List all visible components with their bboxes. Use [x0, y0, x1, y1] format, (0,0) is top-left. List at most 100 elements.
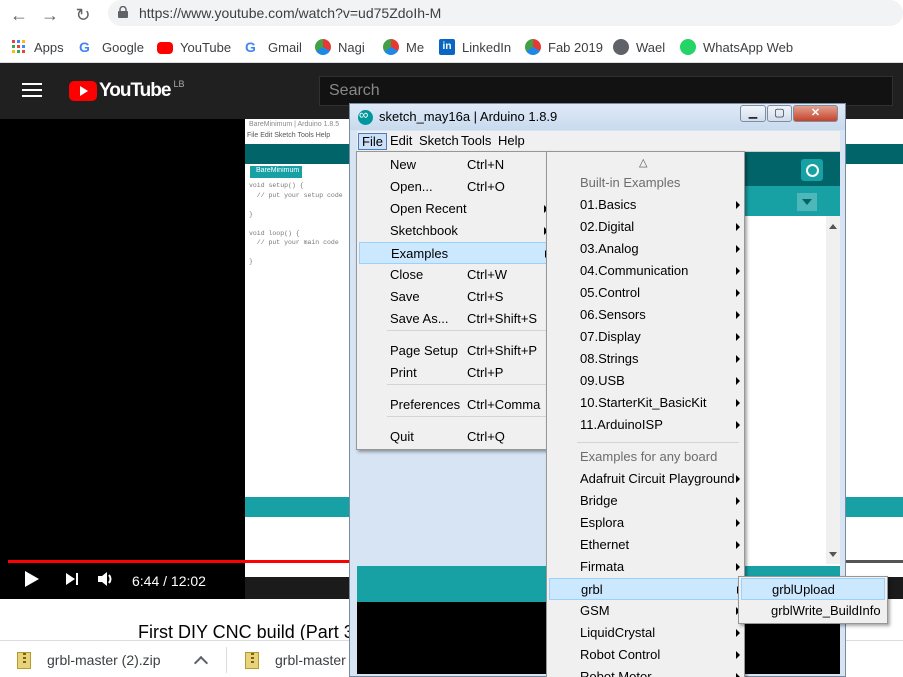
maximize-button[interactable]: ▢ — [767, 105, 792, 122]
examples-item[interactable]: Esplora — [549, 512, 742, 534]
hamburger-menu-icon[interactable] — [22, 83, 42, 97]
examples-item[interactable]: 08.Strings — [549, 348, 742, 370]
google-icon: G — [79, 39, 90, 55]
bookmark-fab-2019[interactable]: Fab 2019 — [525, 37, 603, 57]
file-menu-item-print[interactable]: Print Ctrl+P — [359, 362, 549, 384]
submenu-arrow-icon — [736, 651, 740, 659]
youtube-icon — [157, 42, 173, 54]
file-menu-item-close[interactable]: Close Ctrl+W — [359, 264, 549, 286]
examples-item[interactable]: 09.USB — [549, 370, 742, 392]
tab-menu-icon[interactable] — [797, 193, 817, 211]
submenu-arrow-icon — [736, 629, 740, 637]
file-menu-item-save-as[interactable]: Save As... Ctrl+Shift+S — [359, 308, 549, 330]
apps-grid-icon — [12, 40, 25, 53]
back-arrow-icon[interactable]: ← — [7, 4, 31, 28]
examples-menu: △ Built-in Examples 01.Basics 02.Digital 03.… — [546, 151, 745, 677]
submenu-arrow-icon — [736, 475, 740, 483]
scroll-up-icon[interactable] — [829, 224, 837, 229]
menu-separator — [387, 384, 547, 385]
examples-item[interactable]: 01.Basics — [549, 194, 742, 216]
menu-sketch[interactable]: Sketch — [416, 133, 462, 150]
menu-help[interactable]: Help — [495, 133, 528, 150]
examples-item[interactable]: 05.Control — [549, 282, 742, 304]
fablab-icon — [525, 39, 541, 55]
file-menu-item-quit[interactable]: Quit Ctrl+Q — [359, 426, 549, 448]
bookmark-wael[interactable]: Wael — [613, 37, 665, 57]
arduino-menubar: File Edit Sketch Tools Help — [357, 131, 840, 152]
editor-scrollbar[interactable] — [826, 216, 840, 564]
youtube-play-logo-icon — [69, 81, 97, 101]
examples-item[interactable]: Firmata — [549, 556, 742, 578]
examples-item[interactable]: grbl — [549, 578, 742, 600]
arduino-logo-icon — [358, 107, 373, 125]
examples-item[interactable]: Robot Control — [549, 644, 742, 666]
examples-item[interactable]: 06.Sensors — [549, 304, 742, 326]
examples-item[interactable]: Adafruit Circuit Playground — [549, 468, 742, 490]
divider — [226, 647, 227, 673]
submenu-arrow-icon — [736, 541, 740, 549]
file-menu-item-sketchbook[interactable]: Sketchbook — [359, 220, 549, 242]
serial-monitor-icon[interactable] — [801, 159, 823, 181]
bookmark-linkedin[interactable]: in LinkedIn — [439, 37, 511, 57]
file-menu-item-save[interactable]: Save Ctrl+S — [359, 286, 549, 308]
menu-separator — [577, 442, 739, 443]
search-input[interactable]: Search — [319, 76, 893, 106]
file-menu-item-examples[interactable]: Examples — [359, 242, 549, 264]
file-menu-item-page-setup[interactable]: Page Setup Ctrl+Shift+P — [359, 340, 549, 362]
reload-icon[interactable]: ↻ — [71, 4, 95, 28]
bookmark-gmail[interactable]: G Gmail — [245, 37, 302, 57]
bookmark-whatsapp-web[interactable]: WhatsApp Web — [680, 37, 793, 57]
arduino-title-bar[interactable]: sketch_may16a | Arduino 1.8.9 ▁ ▢ ✕ — [350, 104, 845, 130]
grbl-menu-item[interactable]: grblWrite_BuildInfo — [741, 600, 885, 622]
examples-item[interactable]: 04.Communication — [549, 260, 742, 282]
file-menu-item-new[interactable]: New Ctrl+N — [359, 154, 549, 176]
download-item[interactable]: grbl-master (2).zip — [17, 650, 161, 670]
download-item[interactable]: grbl-master ( — [245, 650, 354, 670]
grbl-menu-item[interactable]: grblUpload — [741, 578, 885, 600]
menu-tools[interactable]: Tools — [458, 133, 494, 150]
file-menu-item-open-recent[interactable]: Open Recent — [359, 198, 549, 220]
fablab-icon — [315, 39, 331, 55]
examples-item[interactable]: 02.Digital — [549, 216, 742, 238]
submenu-arrow-icon — [736, 311, 740, 319]
examples-item[interactable]: Bridge — [549, 490, 742, 512]
menu-separator — [387, 416, 547, 417]
menu-edit[interactable]: Edit — [387, 133, 415, 150]
forward-arrow-icon[interactable]: → — [38, 4, 62, 28]
youtube-logo[interactable]: YouTube LB — [69, 79, 184, 101]
submenu-arrow-icon — [736, 421, 740, 429]
examples-item[interactable]: 07.Display — [549, 326, 742, 348]
file-menu-item-open[interactable]: Open... Ctrl+O — [359, 176, 549, 198]
menu-file[interactable]: File — [358, 133, 387, 150]
examples-item[interactable]: 03.Analog — [549, 238, 742, 260]
bookmark-youtube[interactable]: YouTube — [157, 37, 231, 57]
minimize-button[interactable]: ▁ — [740, 105, 766, 122]
grbl-submenu: grblUpload grblWrite_BuildInfo — [738, 576, 888, 624]
examples-item[interactable]: Ethernet — [549, 534, 742, 556]
file-menu-item-preferences[interactable]: Preferences Ctrl+Comma — [359, 394, 549, 416]
bookmark-google[interactable]: G Google — [79, 37, 144, 57]
examples-item[interactable]: Robot Motor — [549, 666, 742, 677]
scroll-down-icon[interactable] — [829, 552, 837, 557]
bookmark-me[interactable]: Me — [383, 37, 424, 57]
scroll-up-arrow-icon[interactable]: △ — [639, 156, 647, 169]
menu-separator — [387, 330, 547, 331]
zip-file-icon — [245, 651, 259, 669]
examples-item[interactable]: LiquidCrystal — [549, 622, 742, 644]
bookmark-apps[interactable]: Apps — [11, 37, 64, 57]
bookmark-nagi[interactable]: Nagi — [315, 37, 365, 57]
submenu-arrow-icon — [736, 355, 740, 363]
submenu-arrow-icon — [736, 673, 740, 677]
volume-icon[interactable] — [97, 570, 115, 592]
next-icon[interactable] — [64, 570, 80, 592]
bookmarks-bar: Apps G Google YouTube G Gmail Nagi Me in… — [0, 32, 903, 63]
url-text[interactable]: https://www.youtube.com/watch?v=ud75ZdoI… — [139, 5, 441, 21]
play-icon[interactable] — [24, 570, 40, 592]
close-button[interactable]: ✕ — [793, 105, 838, 122]
fablab-icon — [383, 39, 399, 55]
examples-item[interactable]: 10.StarterKit_BasicKit — [549, 392, 742, 414]
linkedin-icon: in — [439, 39, 455, 55]
examples-item[interactable]: GSM — [549, 600, 742, 622]
examples-item[interactable]: 11.ArduinoISP — [549, 414, 742, 436]
chevron-up-icon[interactable] — [193, 655, 209, 671]
